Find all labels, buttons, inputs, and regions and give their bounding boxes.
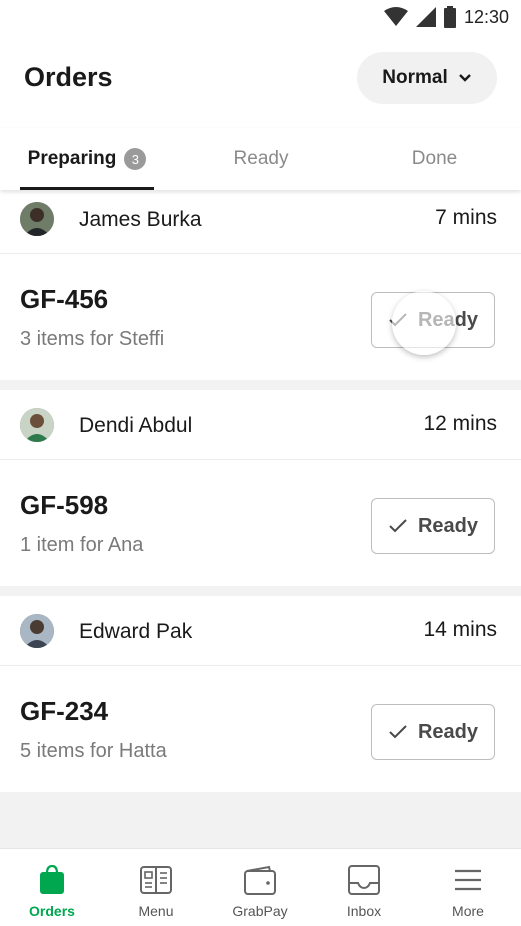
status-bar: 12:30 [0,0,521,36]
mode-selector-value: Normal [382,67,448,88]
tab-label: Done [411,148,458,169]
tab-label: Ready [233,148,289,169]
check-icon [389,725,407,739]
order-card: Dendi Abdul 12 mins GF-598 1 item for An… [0,390,521,586]
ready-button[interactable]: Ready [371,498,495,554]
count-badge: 3 [124,148,147,170]
nav-label: More [452,903,484,919]
avatar [20,408,54,442]
nav-grabpay[interactable]: GrabPay [208,849,312,926]
app-header: Orders Normal [0,50,521,106]
customer-name: James Burka [79,208,202,231]
order-tabs: Preparing 3 Ready Done [0,128,521,190]
tab-preparing[interactable]: Preparing 3 [0,128,174,190]
check-icon [389,519,407,533]
mode-selector[interactable]: Normal [357,52,497,104]
wait-time: 12 mins [423,412,497,435]
order-id: GF-234 [20,696,109,726]
order-card-body: GF-456 3 items for Steffi Ready [0,254,521,380]
wait-time: 14 mins [423,618,497,641]
check-icon [389,313,407,327]
order-card-header: Edward Pak 14 mins [0,596,521,666]
wifi-icon [383,7,408,26]
nav-label: Inbox [346,903,382,919]
ready-button-label: Ready [417,308,479,331]
active-tab-indicator [20,187,154,190]
ready-button[interactable]: Ready [371,704,495,760]
tab-done[interactable]: Done [348,128,521,190]
wait-time: 7 mins [435,206,497,229]
order-id: GF-456 [20,284,109,314]
order-card-body: GF-234 5 items for Hatta Ready [0,666,521,792]
page-title: Orders [24,62,113,92]
status-time: 12:30 [463,6,509,27]
nav-label: Orders [29,903,75,919]
ready-button-label: Ready [417,514,479,537]
menu-book-icon [140,863,172,897]
nav-label: GrabPay [232,903,288,919]
order-card-header: James Burka 7 mins [0,190,521,254]
avatar [20,202,54,236]
ready-button[interactable]: Ready [371,291,495,355]
chevron-down-icon [458,74,471,82]
order-summary: 5 items for Hatta [20,740,167,762]
order-card: James Burka 7 mins GF-456 3 items for St… [0,190,521,380]
order-card: Edward Pak 14 mins GF-234 5 items for Ha… [0,596,521,792]
tab-label: Preparing [27,148,117,169]
tab-ready[interactable]: Ready [174,128,348,190]
customer-name: Edward Pak [79,620,193,643]
nav-orders[interactable]: Orders [0,849,104,926]
inbox-icon [348,863,380,897]
nav-more[interactable]: More [416,849,520,926]
avatar [20,614,54,648]
order-list: James Burka 7 mins GF-456 3 items for St… [0,190,521,848]
ready-button-label: Ready [417,720,479,743]
customer-name: Dendi Abdul [79,414,193,437]
battery-icon [443,6,456,28]
order-card-header: Dendi Abdul 12 mins [0,390,521,460]
bottom-nav: Orders Menu GrabPay Inbox More [0,848,521,926]
nav-menu[interactable]: Menu [104,849,208,926]
hamburger-icon [454,863,482,897]
order-summary: 1 item for Ana [20,534,144,556]
shopping-bag-icon [39,863,65,897]
order-card-body: GF-598 1 item for Ana Ready [0,460,521,586]
order-summary: 3 items for Steffi [20,328,165,350]
wallet-icon [244,863,276,897]
order-id: GF-598 [20,490,109,520]
cellular-signal-icon [415,7,436,27]
nav-inbox[interactable]: Inbox [312,849,416,926]
nav-label: Menu [138,903,174,919]
